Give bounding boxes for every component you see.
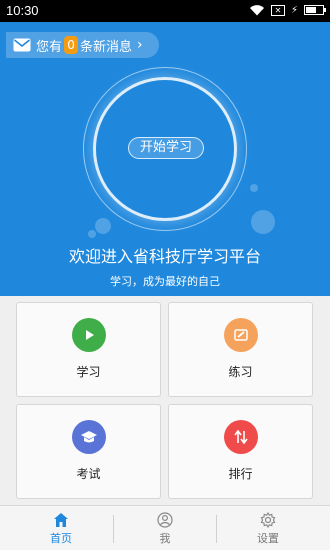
decor-bubble [250,184,258,192]
grid-item-label: 学习 [76,365,101,379]
nav-item-settings[interactable]: 设置 [213,506,323,550]
pencil-icon [224,318,258,352]
message-count-badge: 0 [64,36,79,54]
decor-bubble [95,218,111,234]
no-sim-icon: ✕ [270,4,285,16]
sort-arrows-icon [224,420,258,454]
home-icon [54,513,68,527]
new-messages-button[interactable]: 您有 0 条新消息 › [6,32,159,58]
nav-label: 设置 [257,532,279,545]
grid-item-label: 排行 [228,467,253,481]
decor-bubble [251,210,275,234]
battery-icon [304,5,326,15]
welcome-title: 欢迎进入省科技厅学习平台 [68,247,261,266]
wifi-icon [249,5,264,16]
decor-bubble [88,230,96,238]
charging-icon: ⚡ [290,4,298,16]
gear-icon [260,512,276,528]
bottom-nav: 首页 我 设置 [0,505,330,550]
nav-item-home[interactable]: 首页 [6,506,116,550]
grid-item-label: 考试 [76,467,101,481]
nav-label: 我 [159,532,171,545]
hero-banner: 您有 0 条新消息 › 开始学习 欢迎进入省科技厅学习平台 学习，成为最好的自己 [0,22,330,296]
grid-item-study[interactable]: 学习 [16,302,161,397]
grid-item-label: 练习 [228,365,253,379]
play-icon [72,318,106,352]
graduation-cap-icon [72,420,106,454]
status-time: 10:30 [6,3,39,18]
chevron-right-icon: › [137,37,143,53]
message-prefix: 您有 [36,39,63,55]
grid-item-exam[interactable]: 考试 [16,404,161,499]
mail-icon [13,38,31,52]
grid-item-practice[interactable]: 练习 [168,302,313,397]
nav-item-me[interactable]: 我 [110,506,220,550]
status-icons: ✕ ⚡ [249,4,326,16]
slogan: 学习，成为最好的自己 [110,275,220,288]
grid-item-ranking[interactable]: 排行 [168,404,313,499]
message-suffix: 条新消息 [80,39,133,55]
start-learning-button[interactable]: 开始学习 [128,137,204,159]
user-icon [157,512,173,528]
status-bar: 10:30 ✕ ⚡ [0,0,330,22]
nav-label: 首页 [50,532,72,545]
